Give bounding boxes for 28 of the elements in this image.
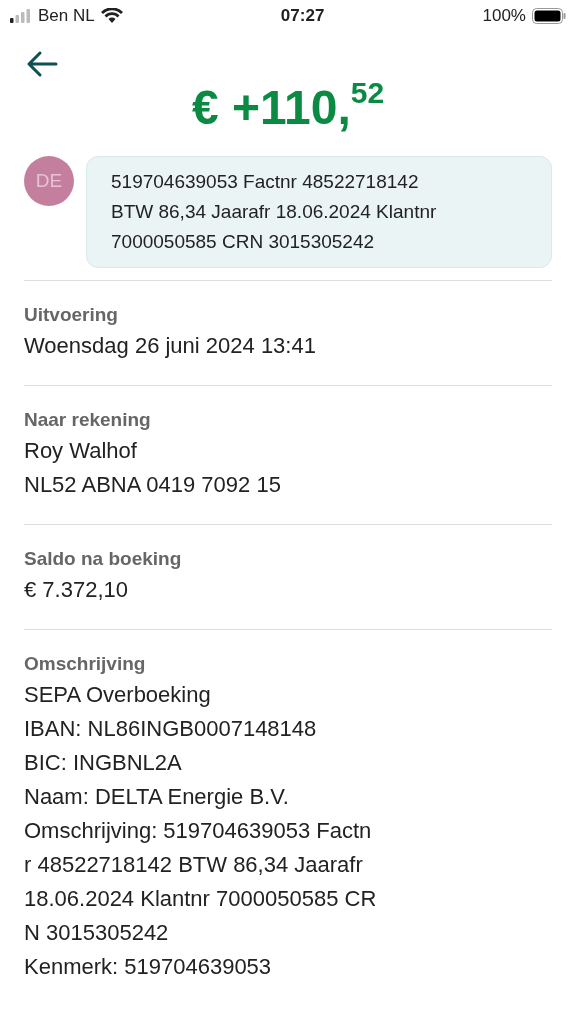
battery-percentage: 100% <box>482 5 526 28</box>
carrier-name: Ben NL <box>38 5 95 28</box>
field-label: Omschrijving <box>24 652 147 676</box>
field-value: Woensdag 26 juni 2024 13:41 <box>24 332 317 360</box>
field-value: r 48522718142 BTW 86,34 Jaarafr <box>24 851 364 879</box>
field-value: NL52 ABNA 0419 7092 15 <box>24 471 282 499</box>
note-bubble: 519704639053 Factnr 48522718142 BTW 86,34 Jaarafr 18.06.2024 Klantnr 7000050585 CRN 3015305242 <box>86 156 552 268</box>
avatar: DE <box>24 156 74 206</box>
signal-icon <box>10 9 32 23</box>
field-value: SEPA Overboeking <box>24 681 212 709</box>
amount: € +110,$^{52}$ <box>191 84 385 132</box>
field-value: Naam: DELTA Energie B.V. <box>24 783 290 811</box>
field-value: Roy Walhof <box>24 437 138 465</box>
field-value: IBAN: NL86INGB0007148148 <box>24 715 318 743</box>
field-value: Kenmerk: 519704639053 <box>24 953 273 981</box>
field-value: Omschrijving: 519704639053 Factn <box>24 817 373 845</box>
field-value: 18.06.2024 Klantnr 7000050585 CR <box>24 885 378 913</box>
field-value: N 3015305242 <box>24 919 170 947</box>
field-value: € 7.372,10 <box>24 576 129 604</box>
field-label: Naar rekening <box>24 408 152 432</box>
field-label: Saldo na boeking <box>24 547 183 571</box>
wifi-icon <box>100 8 123 24</box>
field-label: Uitvoering <box>24 303 119 327</box>
battery-icon <box>532 8 566 24</box>
back-arrow-icon <box>26 50 58 78</box>
back-button[interactable] <box>26 50 58 78</box>
field-value: BIC: INGBNL2A <box>24 749 183 777</box>
clock-time: 07:27 <box>280 5 325 28</box>
